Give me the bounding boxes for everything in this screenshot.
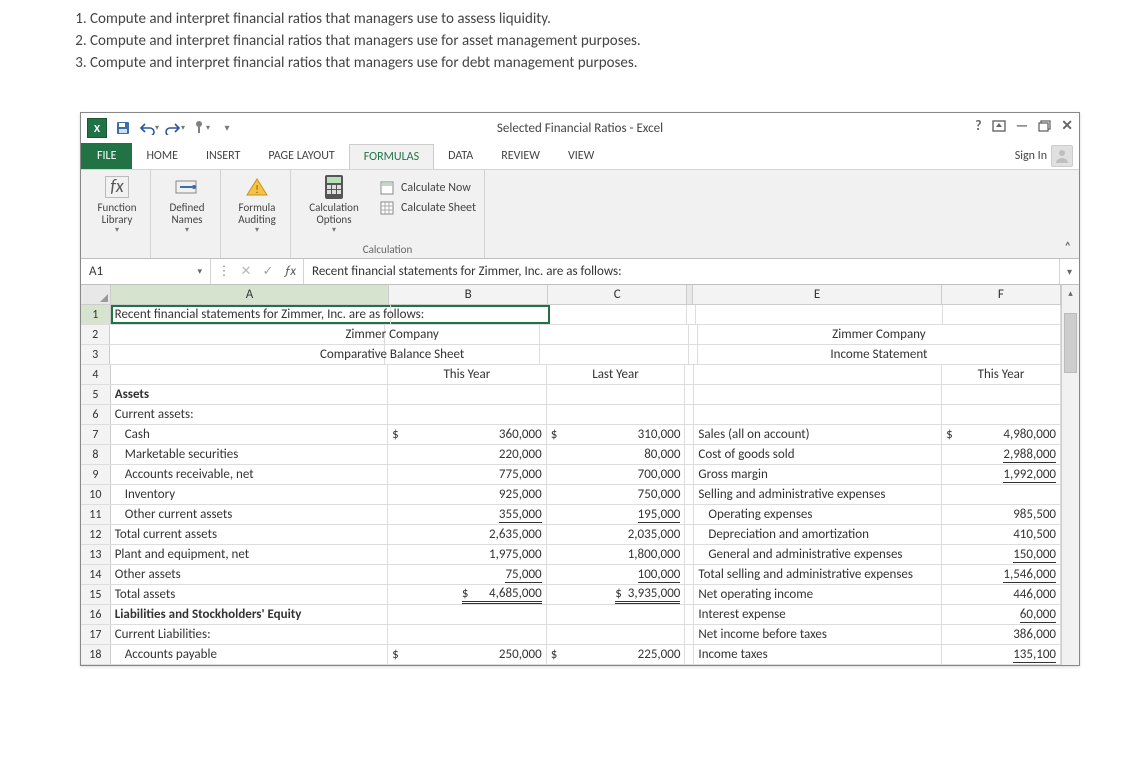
redo-button[interactable]: ▾ xyxy=(163,117,187,139)
calculator-icon xyxy=(319,174,349,200)
enter-formula-button[interactable]: ✓ xyxy=(259,264,277,279)
row-header[interactable]: 4 xyxy=(81,365,111,384)
learning-item-1: Compute and interpret financial ratios t… xyxy=(90,10,1128,28)
collapse-ribbon-button[interactable]: ˄ xyxy=(1065,240,1071,254)
row-header[interactable]: 3 xyxy=(81,345,110,364)
row-header[interactable]: 18 xyxy=(81,645,111,664)
insert-function-button[interactable]: ƒx xyxy=(281,264,299,279)
row-header[interactable]: 13 xyxy=(81,545,111,564)
tab-page-layout[interactable]: PAGE LAYOUT xyxy=(254,143,348,169)
vertical-scrollbar[interactable]: ▴ xyxy=(1061,285,1079,665)
function-library-button[interactable]: fx Function Library ▾ xyxy=(89,174,145,233)
select-all-button[interactable] xyxy=(81,285,111,304)
defined-names-icon xyxy=(172,174,202,200)
col-header-E[interactable]: E xyxy=(693,285,941,304)
row-header[interactable]: 14 xyxy=(81,565,111,584)
scroll-thumb[interactable] xyxy=(1064,313,1077,373)
quick-access-toolbar: X ▾ ▾ ▾ ▾ xyxy=(81,117,239,139)
formula-bar-menu-icon[interactable]: ⋮ xyxy=(215,264,233,279)
col-header-B[interactable]: B xyxy=(389,285,548,304)
tab-file[interactable]: FILE xyxy=(81,143,132,169)
tab-review[interactable]: REVIEW xyxy=(487,143,554,169)
row-header[interactable]: 12 xyxy=(81,525,111,544)
scroll-up-button[interactable]: ▴ xyxy=(1062,285,1079,301)
tab-insert[interactable]: INSERT xyxy=(192,143,254,169)
chevron-down-icon: ▾ xyxy=(197,266,202,277)
cancel-formula-button[interactable]: ✕ xyxy=(237,264,255,279)
calculate-now-button[interactable]: Calculate Now xyxy=(379,180,476,196)
svg-text:!: ! xyxy=(255,183,259,196)
formula-auditing-icon: ! xyxy=(242,174,272,200)
row-header[interactable]: 11 xyxy=(81,505,111,524)
worksheet-grid[interactable]: 1 Recent financial statements for Zimmer… xyxy=(81,305,1061,665)
excel-logo-icon: X xyxy=(85,117,109,139)
calculate-sheet-button[interactable]: Calculate Sheet xyxy=(379,200,476,216)
avatar-icon xyxy=(1051,145,1073,167)
learning-objectives: Compute and interpret financial ratios t… xyxy=(0,0,1128,72)
sign-in-button[interactable]: Sign In xyxy=(1015,145,1073,167)
learning-item-2: Compute and interpret financial ratios t… xyxy=(90,32,1128,50)
formula-input[interactable]: Recent financial statements for Zimmer, … xyxy=(304,259,1059,284)
ribbon: fx Function Library ▾ Defined Names ▾ ! … xyxy=(81,169,1079,259)
undo-button[interactable]: ▾ xyxy=(137,117,161,139)
save-button[interactable] xyxy=(111,117,135,139)
row-header[interactable]: 8 xyxy=(81,445,111,464)
row-header[interactable]: 7 xyxy=(81,425,111,444)
touch-mode-button[interactable]: ▾ xyxy=(189,117,213,139)
tab-view[interactable]: VIEW xyxy=(554,143,608,169)
row-header[interactable]: 6 xyxy=(81,405,111,424)
defined-names-button[interactable]: Defined Names ▾ xyxy=(159,174,215,233)
col-header-F[interactable]: F xyxy=(942,285,1061,304)
function-icon: fx xyxy=(102,174,132,200)
titlebar: X ▾ ▾ ▾ ▾ Selected Financial Ratios - Ex… xyxy=(81,113,1079,143)
row-header[interactable]: 17 xyxy=(81,625,111,644)
restore-button[interactable] xyxy=(1038,120,1051,132)
formula-auditing-button[interactable]: ! Formula Auditing ▾ xyxy=(229,174,285,233)
row-header[interactable]: 2 xyxy=(81,325,110,344)
minimize-button[interactable]: — xyxy=(1016,117,1029,134)
row-header[interactable]: 1 xyxy=(81,305,111,324)
formula-bar: A1▾ ⋮ ✕ ✓ ƒx Recent financial statements… xyxy=(81,259,1079,285)
name-box[interactable]: A1▾ xyxy=(81,259,211,284)
ribbon-tabs: FILE HOME INSERT PAGE LAYOUT FORMULAS DA… xyxy=(81,143,1079,169)
row-header[interactable]: 10 xyxy=(81,485,111,504)
qat-customize-button[interactable]: ▾ xyxy=(215,117,239,139)
row-header[interactable]: 9 xyxy=(81,465,111,484)
col-header-A[interactable]: A xyxy=(111,285,389,304)
calculate-now-icon xyxy=(379,180,395,196)
calculate-sheet-icon xyxy=(379,200,395,216)
row-header[interactable]: 15 xyxy=(81,585,111,604)
tab-formulas[interactable]: FORMULAS xyxy=(349,144,434,170)
tab-data[interactable]: DATA xyxy=(434,143,487,169)
col-header-C[interactable]: C xyxy=(548,285,687,304)
expand-formula-bar-button[interactable]: ▾ xyxy=(1059,259,1079,284)
help-button[interactable]: ? xyxy=(975,117,982,134)
calculation-options-button[interactable]: Calculation Options ▾ xyxy=(299,174,369,233)
row-header[interactable]: 5 xyxy=(81,385,111,404)
excel-window: X ▾ ▾ ▾ ▾ Selected Financial Ratios - Ex… xyxy=(80,112,1080,666)
column-headers: A B C E F xyxy=(81,285,1061,305)
ribbon-group-label: Calculation xyxy=(299,241,476,256)
close-button[interactable]: ✕ xyxy=(1061,117,1073,134)
tab-home[interactable]: HOME xyxy=(132,143,192,169)
ribbon-display-options-button[interactable] xyxy=(992,120,1006,132)
learning-item-3: Compute and interpret financial ratios t… xyxy=(90,54,1128,72)
row-header[interactable]: 16 xyxy=(81,605,111,624)
